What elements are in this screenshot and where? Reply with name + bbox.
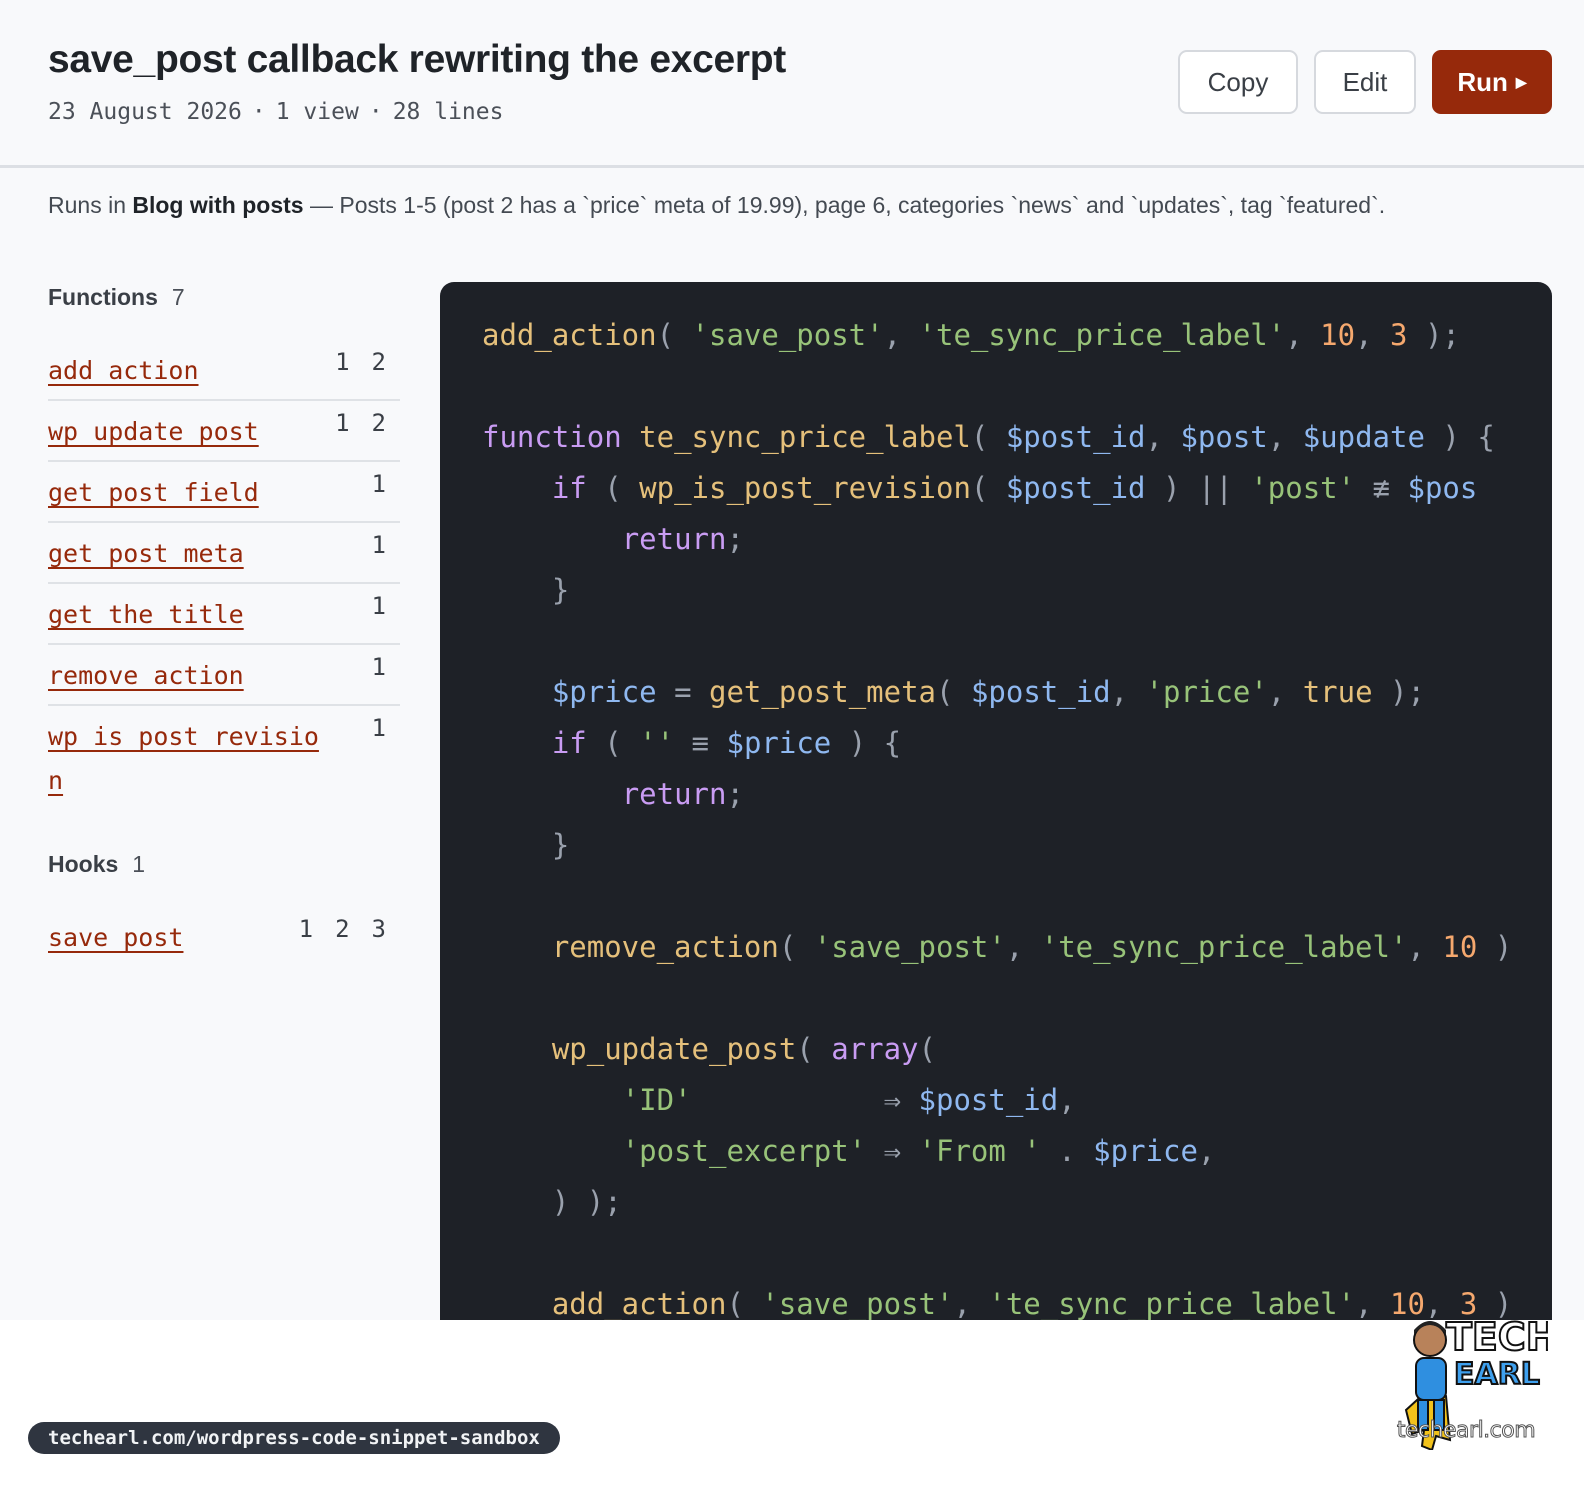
snippet-date: 23 August 2026 xyxy=(48,99,242,125)
hook-line-refs: 123 xyxy=(277,907,386,951)
function-line-refs: 1 xyxy=(350,584,386,628)
snippet-header: save_post callback rewriting the excerpt… xyxy=(0,0,1584,168)
function-link[interactable]: get_post_meta xyxy=(48,532,328,576)
line-ref[interactable]: 1 xyxy=(372,531,386,559)
site-name: techearl.com xyxy=(1396,1418,1536,1444)
code-line: } xyxy=(551,828,570,862)
function-line-refs: 1 xyxy=(350,523,386,567)
code-line: add_action( 'save_post', 'te_sync_price_… xyxy=(551,1287,1513,1320)
code-line: function te_sync_price_label( $post_id, … xyxy=(482,420,1495,454)
source-url: techearl.com/wordpress-code-snippet-sand… xyxy=(28,1422,560,1454)
function-link[interactable]: wp_update_post xyxy=(48,410,328,454)
line-ref[interactable]: 3 xyxy=(372,915,386,943)
functions-count: 7 xyxy=(171,283,185,310)
view-count: 1 view xyxy=(275,99,359,125)
line-ref[interactable]: 1 xyxy=(372,592,386,620)
line-ref[interactable]: 1 xyxy=(299,915,313,943)
hook-row: save_post 1 2 3 xyxy=(48,907,400,968)
code-block: add_action( 'save_post', 'te_sync_price_… xyxy=(482,310,1512,1320)
meta-separator: · xyxy=(368,99,383,125)
function-row: remove_action 1 xyxy=(48,645,400,706)
code-viewer[interactable]: add_action( 'save_post', 'te_sync_price_… xyxy=(440,282,1552,1320)
hooks-heading: Hooks 1 xyxy=(48,847,400,881)
environment-description: — Posts 1-5 (post 2 has a `price` meta o… xyxy=(309,192,1386,218)
function-row: get_post_meta 1 xyxy=(48,523,400,584)
line-ref[interactable]: 2 xyxy=(335,915,349,943)
function-link[interactable]: add_action xyxy=(48,349,328,393)
function-line-refs: 1 xyxy=(350,645,386,689)
line-ref[interactable]: 2 xyxy=(372,348,386,376)
functions-label: Functions xyxy=(48,283,158,310)
function-line-refs: 12 xyxy=(313,401,386,445)
edit-button[interactable]: Edit xyxy=(1314,50,1416,114)
page-title: save_post callback rewriting the excerpt xyxy=(48,38,786,81)
function-link[interactable]: get_post_field xyxy=(48,471,328,515)
functions-heading: Functions 7 xyxy=(48,280,400,314)
function-row: wp_update_post 1 2 xyxy=(48,401,400,462)
function-row: wp_is_post_revision 1 xyxy=(48,706,400,807)
environment-name: Blog with posts xyxy=(132,192,304,218)
hooks-count: 1 xyxy=(132,850,146,877)
code-line: return; xyxy=(621,522,744,556)
function-line-refs: 1 xyxy=(350,706,386,750)
logo-text-tech: TECH xyxy=(1446,1315,1548,1359)
line-ref[interactable]: 1 xyxy=(372,470,386,498)
hooks-label: Hooks xyxy=(48,850,119,877)
function-line-refs: 12 xyxy=(313,340,386,384)
code-line: ) ); xyxy=(551,1185,622,1219)
function-row: add_action 1 2 xyxy=(48,340,400,401)
function-link[interactable]: wp_is_post_revision xyxy=(48,715,328,803)
code-line: return; xyxy=(621,777,744,811)
code-line: wp_update_post( array( xyxy=(551,1032,936,1066)
function-list: add_action 1 2 wp_update_post 1 2 get_post_fie… xyxy=(48,340,400,807)
run-environment: Runs in Blog with posts — Posts 1-5 (pos… xyxy=(48,192,1385,219)
code-line: 'ID' ⇒ $post_id, xyxy=(621,1083,1076,1117)
function-line-refs: 1 xyxy=(350,462,386,506)
code-line: if ( wp_is_post_revision( $post_id ) || … xyxy=(551,471,1478,505)
code-line: 'post_excerpt' ⇒ 'From ' . $price, xyxy=(621,1134,1216,1168)
line-ref[interactable]: 1 xyxy=(372,653,386,681)
line-count: 28 lines xyxy=(392,99,504,125)
code-line: $price = get_post_meta( $post_id, 'price… xyxy=(551,675,1425,709)
line-ref[interactable]: 1 xyxy=(372,714,386,742)
function-link[interactable]: get_the_title xyxy=(48,593,328,637)
play-triangle-icon: ▶ xyxy=(1515,73,1527,90)
runs-prefix: Runs in xyxy=(48,192,126,218)
function-link[interactable]: remove_action xyxy=(48,654,328,698)
code-line: add_action( 'save_post', 'te_sync_price_… xyxy=(482,318,1460,352)
sidebar: Functions 7 add_action 1 2 wp_update_post 1 2… xyxy=(48,280,400,968)
logo-text-earl: EARL xyxy=(1454,1357,1540,1392)
meta-separator: · xyxy=(251,99,266,125)
copy-button[interactable]: Copy xyxy=(1178,50,1298,114)
hook-list: save_post 1 2 3 xyxy=(48,907,400,968)
snippet-meta: 23 August 2026 · 1 view · 28 lines xyxy=(48,99,503,125)
line-ref[interactable]: 1 xyxy=(335,348,349,376)
code-line: remove_action( 'save_post', 'te_sync_pri… xyxy=(551,930,1513,964)
function-row: get_the_title 1 xyxy=(48,584,400,645)
run-button-label: Run xyxy=(1457,66,1508,97)
line-ref[interactable]: 2 xyxy=(372,409,386,437)
run-button[interactable]: Run ▶ xyxy=(1432,50,1552,114)
code-line: if ( '' ≡ $price ) { xyxy=(551,726,902,760)
line-ref[interactable]: 1 xyxy=(335,409,349,437)
function-row: get_post_field 1 xyxy=(48,462,400,523)
snippet-app: save_post callback rewriting the excerpt… xyxy=(0,0,1584,1320)
code-line: } xyxy=(551,573,570,607)
